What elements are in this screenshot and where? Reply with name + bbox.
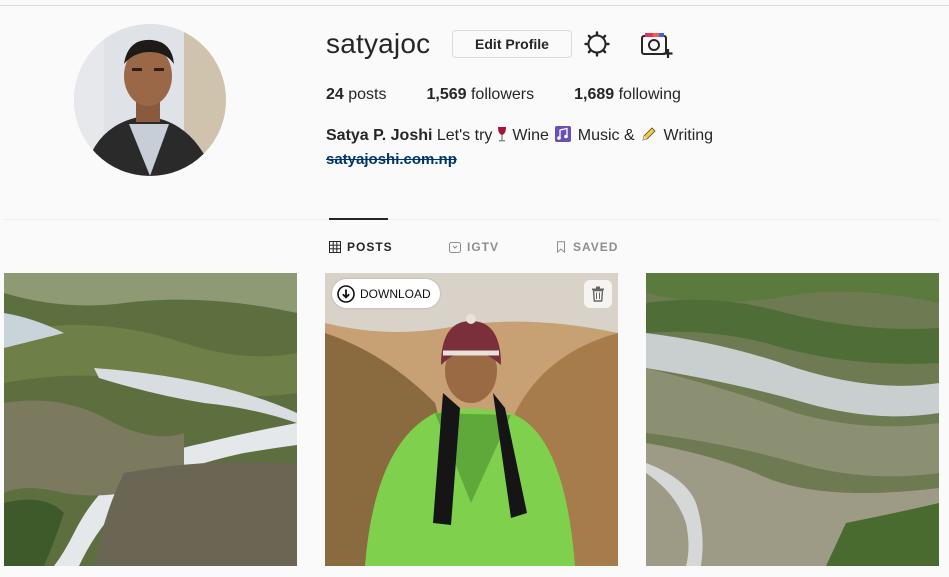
- following-link[interactable]: 1,689 following: [574, 86, 681, 104]
- top-border: [0, 5, 949, 6]
- add-igtv-icon[interactable]: [640, 31, 674, 59]
- post-thumbnail-1[interactable]: [4, 273, 297, 566]
- tab-igtv[interactable]: IGTV: [449, 240, 499, 254]
- profile-full-name: Satya P. Joshi: [326, 127, 433, 144]
- profile-username: satyajoc: [326, 28, 431, 59]
- posts-count: 24 posts: [326, 86, 386, 104]
- bio-text-4: Writing: [659, 127, 714, 144]
- tab-saved-label: SAVED: [573, 240, 619, 254]
- portrait-photo: [325, 273, 618, 566]
- tab-posts-label: POSTS: [347, 240, 393, 254]
- post-thumbnail-3[interactable]: [646, 273, 939, 566]
- download-button[interactable]: DOWNLOAD: [332, 279, 440, 308]
- settings-gear-icon[interactable]: [584, 31, 610, 57]
- igtv-icon: [449, 242, 461, 253]
- tab-igtv-label: IGTV: [467, 240, 500, 254]
- trash-icon: [592, 286, 604, 302]
- download-label: DOWNLOAD: [360, 286, 431, 301]
- following-label: following: [614, 86, 681, 103]
- post-thumbnail-2[interactable]: DOWNLOAD: [325, 273, 618, 566]
- bookmark-icon: [557, 241, 565, 253]
- following-number: 1,689: [574, 86, 615, 103]
- grid-icon: [329, 241, 341, 253]
- bio-text-3: Music &: [573, 127, 640, 144]
- download-icon: [337, 284, 355, 303]
- tabs-divider: [4, 219, 939, 220]
- followers-label: followers: [466, 86, 535, 103]
- profile-avatar[interactable]: [74, 24, 226, 176]
- active-tab-indicator: [329, 218, 388, 220]
- profile-bio: Satya P. Joshi Let's try Wine Music & Wri…: [326, 126, 713, 145]
- tab-posts[interactable]: POSTS: [329, 240, 393, 254]
- pencil-icon: [641, 126, 657, 142]
- town-photo: [646, 273, 939, 566]
- profile-stats: 24 posts 1,569 followers 1,689 following: [326, 86, 721, 104]
- wine-glass-icon: [494, 126, 510, 142]
- followers-number: 1,569: [426, 86, 467, 103]
- landscape-photo: [4, 273, 297, 566]
- delete-button[interactable]: [584, 280, 612, 308]
- posts-label: posts: [343, 86, 387, 103]
- bio-text-2: Wine: [512, 127, 554, 144]
- bio-text-1: Let's try: [432, 127, 493, 144]
- musical-notes-icon: [555, 126, 572, 142]
- tab-saved[interactable]: SAVED: [555, 240, 618, 254]
- edit-profile-button[interactable]: Edit Profile: [452, 30, 572, 58]
- followers-link[interactable]: 1,569 followers: [426, 86, 534, 104]
- profile-website-link[interactable]: satyajoshi.com.np: [326, 151, 457, 168]
- posts-number: 24: [326, 86, 344, 103]
